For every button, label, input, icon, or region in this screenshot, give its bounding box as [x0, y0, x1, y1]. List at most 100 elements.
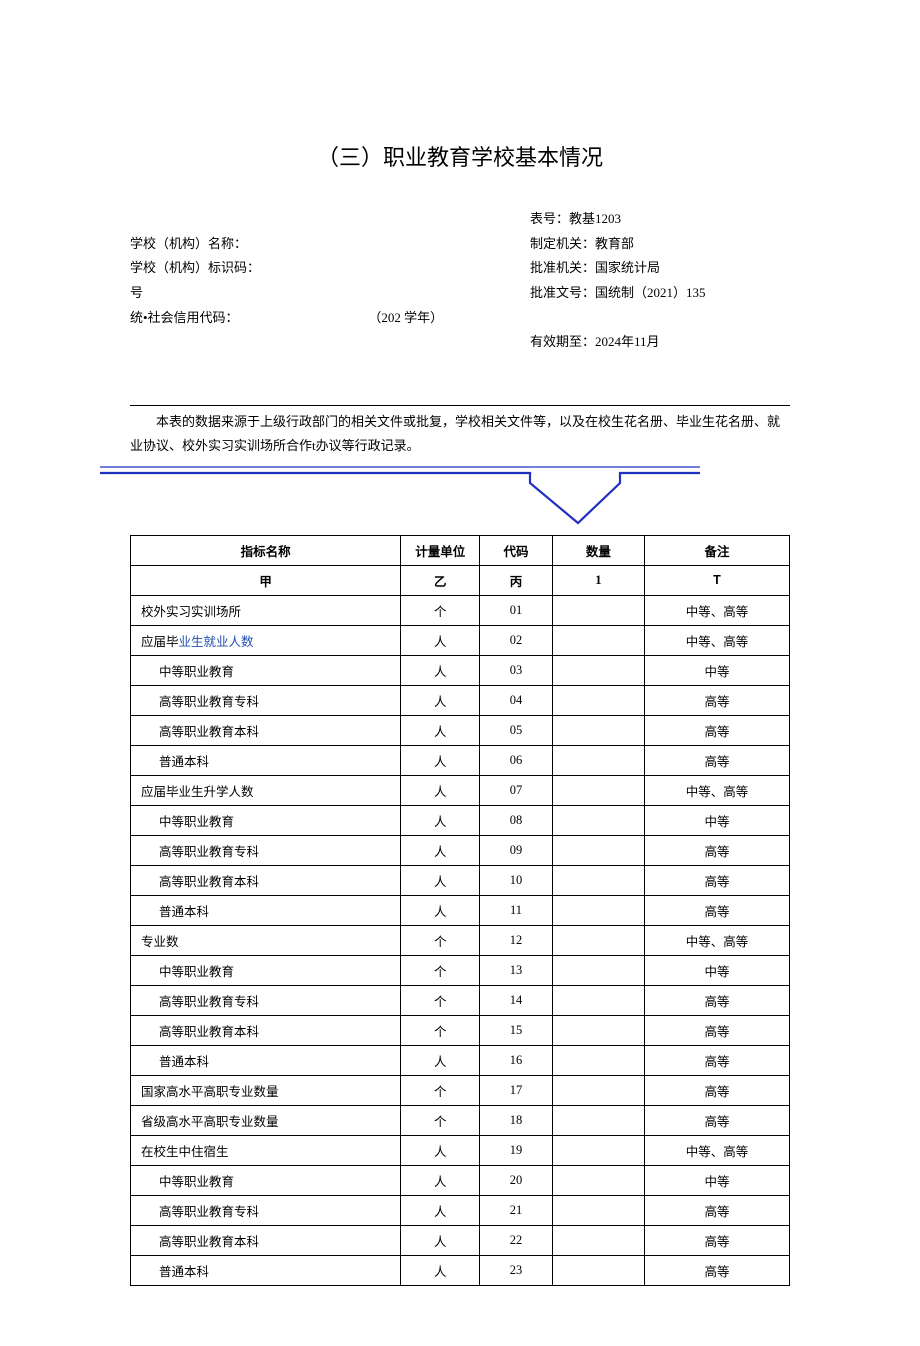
cell-qty[interactable]	[552, 1225, 644, 1255]
cell-code: 09	[480, 835, 552, 865]
cell-name: 高等职业教育专科	[131, 985, 401, 1015]
cell-remark: 中等	[645, 955, 790, 985]
cell-name: 高等职业教育本科	[131, 1225, 401, 1255]
cell-code: 15	[480, 1015, 552, 1045]
cell-unit: 人	[401, 895, 480, 925]
table-row: 中等职业教育个13中等	[131, 955, 790, 985]
cell-code: 06	[480, 745, 552, 775]
cell-qty[interactable]	[552, 1195, 644, 1225]
page-title: （三）职业教育学校基本情况	[130, 140, 790, 172]
cell-qty[interactable]	[552, 745, 644, 775]
cell-unit: 人	[401, 1195, 480, 1225]
cell-qty[interactable]	[552, 655, 644, 685]
cell-name: 高等职业教育本科	[131, 1015, 401, 1045]
cell-name: 应届毕业生就业人数	[131, 625, 401, 655]
cell-remark: 中等、高等	[645, 775, 790, 805]
callout-svg	[100, 465, 800, 535]
table-row: 中等职业教育人03中等	[131, 655, 790, 685]
cell-remark: 高等	[645, 835, 790, 865]
table-header-row: 指标名称 计量单位 代码 数量 备注	[131, 535, 790, 565]
th-unit: 计量单位	[401, 535, 480, 565]
cell-code: 08	[480, 805, 552, 835]
cell-code: 23	[480, 1255, 552, 1285]
cell-unit: 人	[401, 1255, 480, 1285]
table-row: 高等职业教育本科人10高等	[131, 865, 790, 895]
cell-unit: 人	[401, 835, 480, 865]
cell-qty[interactable]	[552, 1105, 644, 1135]
cell-qty[interactable]	[552, 835, 644, 865]
table-row: 普通本科人06高等	[131, 745, 790, 775]
th-qty: 数量	[552, 535, 644, 565]
cell-code: 14	[480, 985, 552, 1015]
approver: 批准机关：国家统计局	[530, 256, 790, 281]
cell-unit: 人	[401, 1135, 480, 1165]
table-number: 表号：教基1203	[530, 207, 790, 232]
cell-code: 20	[480, 1165, 552, 1195]
cell-qty[interactable]	[552, 985, 644, 1015]
cell-unit: 人	[401, 715, 480, 745]
cell-remark: 中等、高等	[645, 925, 790, 955]
divider	[130, 405, 790, 406]
cell-unit: 个	[401, 985, 480, 1015]
cell-qty[interactable]	[552, 625, 644, 655]
cell-remark: 中等	[645, 1165, 790, 1195]
cell-remark: 高等	[645, 895, 790, 925]
cell-remark: 高等	[645, 1045, 790, 1075]
cell-qty[interactable]	[552, 1255, 644, 1285]
cell-code: 12	[480, 925, 552, 955]
cell-code: 01	[480, 595, 552, 625]
cell-qty[interactable]	[552, 715, 644, 745]
cell-unit: 个	[401, 595, 480, 625]
cell-remark: 中等	[645, 805, 790, 835]
th-sub-qty: 1	[552, 565, 644, 595]
cell-code: 18	[480, 1105, 552, 1135]
cell-name: 专业数	[131, 925, 401, 955]
cell-code: 13	[480, 955, 552, 985]
approve-number: 批准文号：国统制（2021）135	[530, 281, 790, 306]
cell-unit: 人	[401, 1165, 480, 1195]
th-sub-remark: T	[645, 565, 790, 595]
cell-name: 国家高水平高职专业数量	[131, 1075, 401, 1105]
cell-unit: 个	[401, 1105, 480, 1135]
cell-remark: 高等	[645, 1075, 790, 1105]
cell-qty[interactable]	[552, 775, 644, 805]
cell-code: 17	[480, 1075, 552, 1105]
cell-name: 普通本科	[131, 1255, 401, 1285]
cell-code: 21	[480, 1195, 552, 1225]
cell-remark: 高等	[645, 1255, 790, 1285]
cell-name: 普通本科	[131, 895, 401, 925]
cell-name: 在校生中住宿生	[131, 1135, 401, 1165]
cell-remark: 高等	[645, 865, 790, 895]
cell-qty[interactable]	[552, 1015, 644, 1045]
school-name-label: 学校（机构）名称：	[130, 232, 530, 257]
table-row: 校外实习实训场所个01中等、高等	[131, 595, 790, 625]
cell-qty[interactable]	[552, 925, 644, 955]
cell-remark: 高等	[645, 1195, 790, 1225]
cell-qty[interactable]	[552, 1075, 644, 1105]
cell-qty[interactable]	[552, 1045, 644, 1075]
th-name: 指标名称	[131, 535, 401, 565]
meta-right: 表号：教基1203 制定机关：教育部 批准机关：国家统计局 批准文号：国统制（2…	[530, 207, 790, 355]
cell-qty[interactable]	[552, 955, 644, 985]
cell-name: 普通本科	[131, 745, 401, 775]
credit-code-label: 统•社会信用代码：	[130, 306, 239, 333]
cell-qty[interactable]	[552, 1165, 644, 1195]
table-row: 高等职业教育专科个14高等	[131, 985, 790, 1015]
cell-remark: 中等	[645, 655, 790, 685]
cell-name: 普通本科	[131, 1045, 401, 1075]
cell-remark: 中等、高等	[645, 625, 790, 655]
table-row: 国家高水平高职专业数量个17高等	[131, 1075, 790, 1105]
cell-qty[interactable]	[552, 595, 644, 625]
cell-remark: 高等	[645, 1105, 790, 1135]
cell-qty[interactable]	[552, 1135, 644, 1165]
th-remark: 备注	[645, 535, 790, 565]
table-subheader-row: 甲 乙 丙 1 T	[131, 565, 790, 595]
cell-code: 16	[480, 1045, 552, 1075]
cell-name: 高等职业教育本科	[131, 715, 401, 745]
cell-qty[interactable]	[552, 865, 644, 895]
cell-unit: 个	[401, 1015, 480, 1045]
table-row: 中等职业教育人20中等	[131, 1165, 790, 1195]
cell-qty[interactable]	[552, 805, 644, 835]
cell-qty[interactable]	[552, 685, 644, 715]
cell-qty[interactable]	[552, 895, 644, 925]
